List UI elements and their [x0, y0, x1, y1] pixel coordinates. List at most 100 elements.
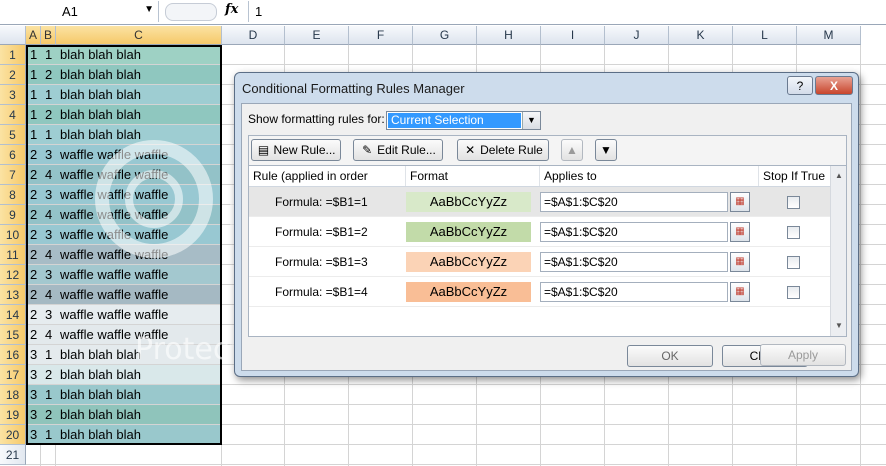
cell-b[interactable]: 4 — [41, 165, 56, 185]
scroll-down-icon[interactable]: ▼ — [831, 318, 846, 334]
cell-b[interactable]: 2 — [41, 65, 56, 85]
cell-b[interactable]: 3 — [41, 305, 56, 325]
cell-a[interactable]: 3 — [26, 425, 41, 445]
cell-a[interactable]: 1 — [26, 105, 41, 125]
cell-b[interactable]: 1 — [41, 345, 56, 365]
applies-to-input[interactable]: =$A$1:$C$20 — [540, 192, 728, 212]
formula-input[interactable]: 1 — [248, 1, 886, 22]
select-all-corner[interactable] — [0, 26, 26, 45]
cell-c[interactable]: blah blah blah — [56, 385, 222, 405]
row-header[interactable]: 18 — [0, 385, 26, 405]
cell-c[interactable]: blah blah blah — [56, 125, 222, 145]
row-header[interactable]: 12 — [0, 265, 26, 285]
stop-if-true-checkbox[interactable] — [787, 256, 800, 269]
column-header[interactable]: J — [605, 26, 669, 45]
cell-b[interactable]: 1 — [41, 85, 56, 105]
row-header[interactable]: 10 — [0, 225, 26, 245]
applies-to-input[interactable]: =$A$1:$C$20 — [540, 222, 728, 242]
cell-a[interactable]: 1 — [26, 125, 41, 145]
cell-a[interactable]: 3 — [26, 345, 41, 365]
scroll-up-icon[interactable]: ▲ — [831, 168, 846, 184]
column-header[interactable]: B — [41, 26, 56, 45]
column-header[interactable]: G — [413, 26, 477, 45]
cell-a[interactable]: 3 — [26, 405, 41, 425]
rule-row[interactable]: Formula: =$B1=4 AaBbCcYyZz =$A$1:$C$20 ▦ — [249, 277, 830, 307]
cell-a[interactable]: 1 — [26, 85, 41, 105]
cell-b[interactable]: 4 — [41, 205, 56, 225]
rules-scrollbar[interactable]: ▲ ▼ — [830, 166, 846, 336]
column-header[interactable]: F — [349, 26, 413, 45]
show-rules-select[interactable]: Current Selection ▼ — [386, 111, 541, 130]
cell-b[interactable] — [41, 445, 56, 465]
cell-a[interactable]: 2 — [26, 205, 41, 225]
chevron-down-icon[interactable]: ▼ — [144, 4, 154, 15]
row-header[interactable]: 14 — [0, 305, 26, 325]
cell-a[interactable]: 2 — [26, 305, 41, 325]
formula-bar-resize-handle[interactable] — [165, 3, 217, 21]
stop-if-true-checkbox[interactable] — [787, 196, 800, 209]
cell-b[interactable]: 2 — [41, 105, 56, 125]
row-header[interactable]: 19 — [0, 405, 26, 425]
applies-to-input[interactable]: =$A$1:$C$20 — [540, 252, 728, 272]
cell-a[interactable]: 3 — [26, 365, 41, 385]
edit-rule-button[interactable]: ✎ Edit Rule... — [353, 139, 443, 161]
cell-a[interactable]: 1 — [26, 45, 41, 65]
cell-b[interactable]: 1 — [41, 125, 56, 145]
cell-c[interactable]: waffle waffle waffle — [56, 305, 222, 325]
cell-b[interactable]: 3 — [41, 145, 56, 165]
cell-b[interactable]: 2 — [41, 365, 56, 385]
cell-c[interactable]: blah blah blah — [56, 425, 222, 445]
cell-a[interactable]: 2 — [26, 225, 41, 245]
cell-b[interactable]: 4 — [41, 325, 56, 345]
cell-c[interactable]: waffle waffle waffle — [56, 325, 222, 345]
cell-a[interactable]: 2 — [26, 325, 41, 345]
row-header[interactable]: 5 — [0, 125, 26, 145]
cell-c[interactable]: blah blah blah — [56, 345, 222, 365]
cell-b[interactable]: 3 — [41, 225, 56, 245]
move-down-button[interactable]: ▼ — [595, 139, 617, 161]
cell-a[interactable]: 2 — [26, 245, 41, 265]
column-header[interactable]: C — [56, 26, 222, 45]
row-header[interactable]: 8 — [0, 185, 26, 205]
close-icon[interactable]: X — [815, 76, 853, 95]
cell-a[interactable]: 1 — [26, 65, 41, 85]
cell-b[interactable]: 4 — [41, 245, 56, 265]
ok-button[interactable]: OK — [627, 345, 713, 367]
applies-to-input[interactable]: =$A$1:$C$20 — [540, 282, 728, 302]
cell-b[interactable]: 3 — [41, 185, 56, 205]
column-header[interactable]: H — [477, 26, 541, 45]
cell-c[interactable]: waffle waffle waffle — [56, 165, 222, 185]
row-header[interactable]: 17 — [0, 365, 26, 385]
cell-a[interactable]: 2 — [26, 165, 41, 185]
cell-a[interactable] — [26, 445, 41, 465]
row-header[interactable]: 7 — [0, 165, 26, 185]
column-header[interactable]: D — [222, 26, 285, 45]
chevron-down-icon[interactable]: ▼ — [522, 112, 540, 129]
row-header[interactable]: 21 — [0, 445, 26, 465]
help-button[interactable]: ? — [787, 76, 813, 95]
cell-b[interactable]: 1 — [41, 425, 56, 445]
column-header[interactable]: A — [26, 26, 41, 45]
row-header[interactable]: 4 — [0, 105, 26, 125]
cell-a[interactable]: 2 — [26, 285, 41, 305]
row-header[interactable]: 2 — [0, 65, 26, 85]
stop-if-true-checkbox[interactable] — [787, 286, 800, 299]
rule-row[interactable]: Formula: =$B1=2 AaBbCcYyZz =$A$1:$C$20 ▦ — [249, 217, 830, 247]
rule-row[interactable]: Formula: =$B1=3 AaBbCcYyZz =$A$1:$C$20 ▦ — [249, 247, 830, 277]
cell-c[interactable]: blah blah blah — [56, 365, 222, 385]
range-picker-icon[interactable]: ▦ — [730, 192, 750, 212]
insert-function-icon[interactable]: fx — [225, 2, 238, 17]
stop-if-true-checkbox[interactable] — [787, 226, 800, 239]
cell-b[interactable]: 1 — [41, 45, 56, 65]
row-header[interactable]: 11 — [0, 245, 26, 265]
column-header[interactable]: M — [797, 26, 861, 45]
cell-b[interactable]: 2 — [41, 405, 56, 425]
cell-c[interactable]: waffle waffle waffle — [56, 285, 222, 305]
cell-c[interactable]: waffle waffle waffle — [56, 265, 222, 285]
row-header[interactable]: 1 — [0, 45, 26, 65]
row-header[interactable]: 6 — [0, 145, 26, 165]
cell-c[interactable]: waffle waffle waffle — [56, 145, 222, 165]
column-header[interactable]: I — [541, 26, 605, 45]
cell-c[interactable]: blah blah blah — [56, 105, 222, 125]
cell-c[interactable]: waffle waffle waffle — [56, 205, 222, 225]
